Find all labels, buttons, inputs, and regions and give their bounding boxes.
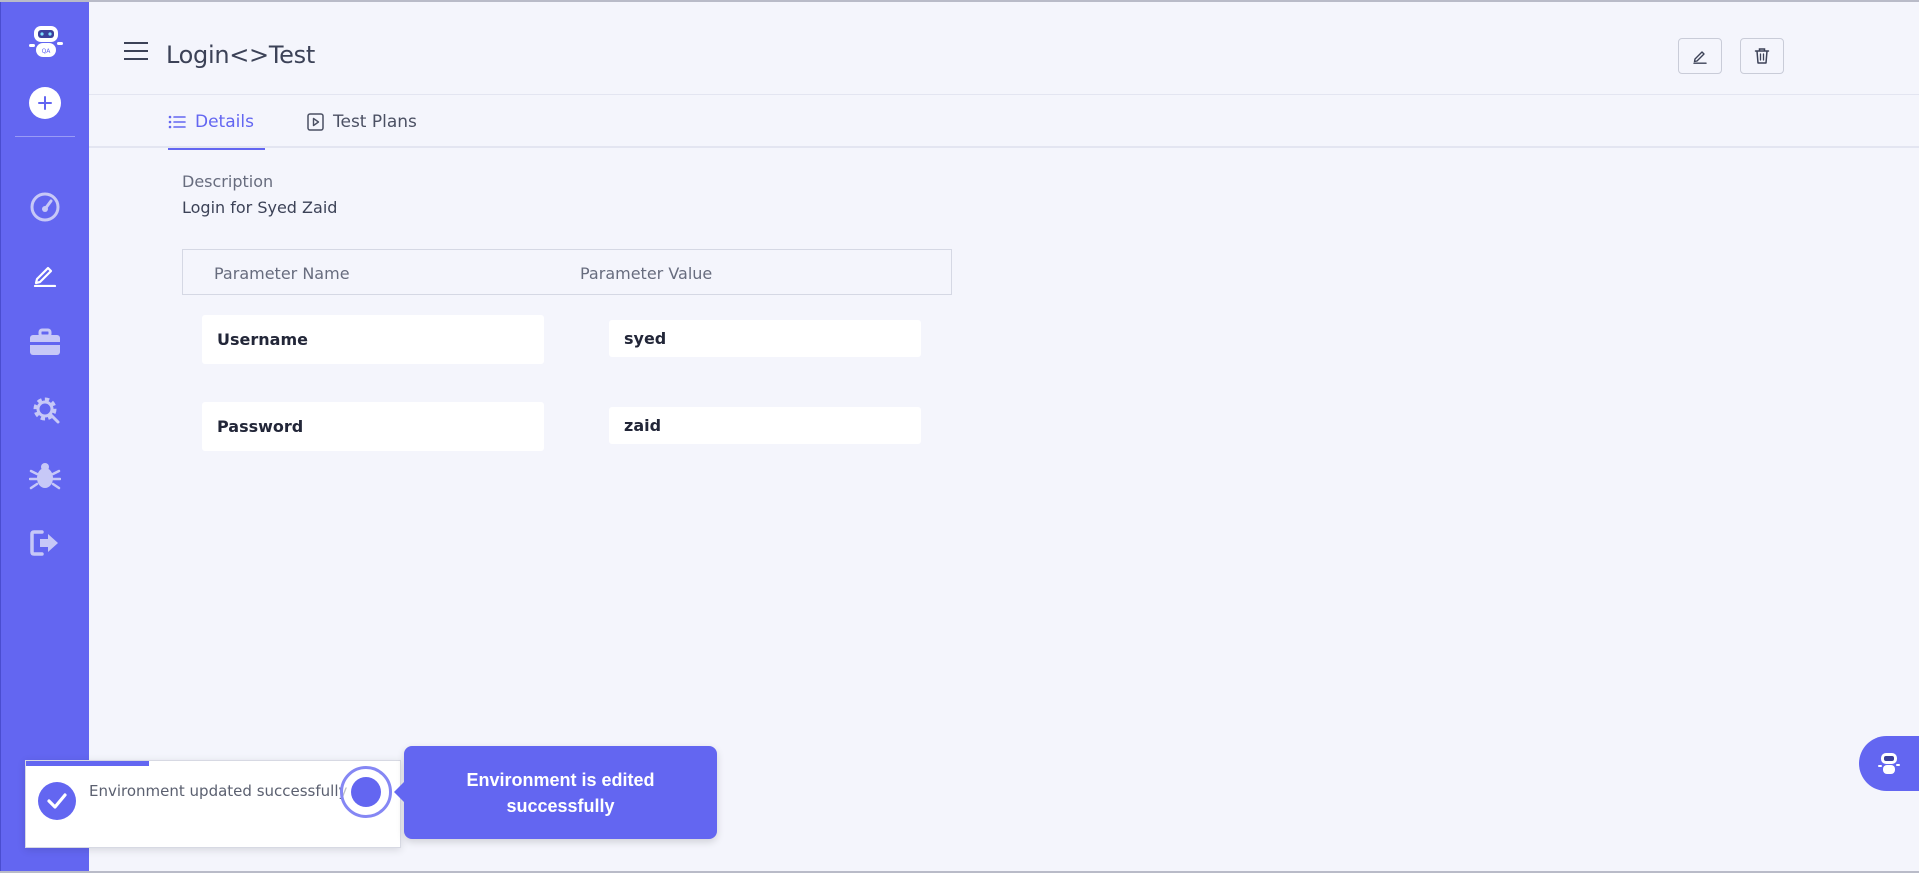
- bug-icon[interactable]: [27, 458, 63, 494]
- help-bot-button[interactable]: [1859, 736, 1919, 791]
- logout-icon[interactable]: [27, 525, 63, 561]
- parameter-table-header: Parameter Name Parameter Value: [182, 249, 952, 295]
- page-title: Login<>Test: [166, 41, 315, 69]
- guide-hotspot-dot: [351, 777, 381, 807]
- gear-icon[interactable]: [27, 391, 63, 427]
- list-icon: [168, 115, 186, 128]
- tab-test-plans-label: Test Plans: [333, 111, 417, 132]
- robot-icon: [1878, 752, 1900, 774]
- tab-bar: Details Test Plans: [89, 95, 1919, 150]
- guide-tooltip: Environment is edited successfully: [394, 746, 717, 839]
- robot-logo-icon[interactable]: QA: [27, 22, 65, 64]
- tab-test-plans[interactable]: Test Plans: [307, 95, 417, 148]
- pencil-icon: [1693, 51, 1707, 64]
- plus-icon: [38, 96, 52, 110]
- briefcase-icon[interactable]: [27, 324, 63, 360]
- page-header: Login<>Test: [89, 2, 1919, 95]
- parameter-value-field[interactable]: syed: [609, 320, 921, 357]
- svg-text:QA: QA: [42, 48, 52, 55]
- description-value: Login for Syed Zaid: [182, 198, 338, 217]
- parameter-name-field[interactable]: Username: [202, 315, 544, 364]
- edit-button[interactable]: [1678, 38, 1722, 74]
- check-icon: [38, 782, 76, 820]
- dashboard-icon[interactable]: [27, 189, 63, 225]
- toast-progress-bar: [26, 761, 150, 766]
- toast-message: Environment updated successfully: [89, 782, 348, 800]
- parameter-name-header: Parameter Name: [214, 264, 350, 283]
- sidebar: QA: [0, 2, 89, 871]
- tab-details[interactable]: Details: [168, 95, 265, 150]
- menu-toggle-button[interactable]: [124, 42, 148, 62]
- delete-button[interactable]: [1740, 38, 1784, 74]
- tab-details-label: Details: [195, 111, 254, 132]
- sidebar-divider: [15, 136, 75, 137]
- pencil-icon[interactable]: [27, 256, 63, 292]
- parameter-value-header: Parameter Value: [580, 264, 713, 283]
- add-button[interactable]: [29, 87, 61, 119]
- parameter-name-field[interactable]: Password: [202, 402, 544, 451]
- description-label: Description: [182, 172, 274, 191]
- trash-icon: [1754, 48, 1770, 64]
- parameter-value-field[interactable]: zaid: [609, 407, 921, 444]
- guide-hotspot[interactable]: [340, 766, 392, 818]
- play-document-icon: [307, 112, 324, 131]
